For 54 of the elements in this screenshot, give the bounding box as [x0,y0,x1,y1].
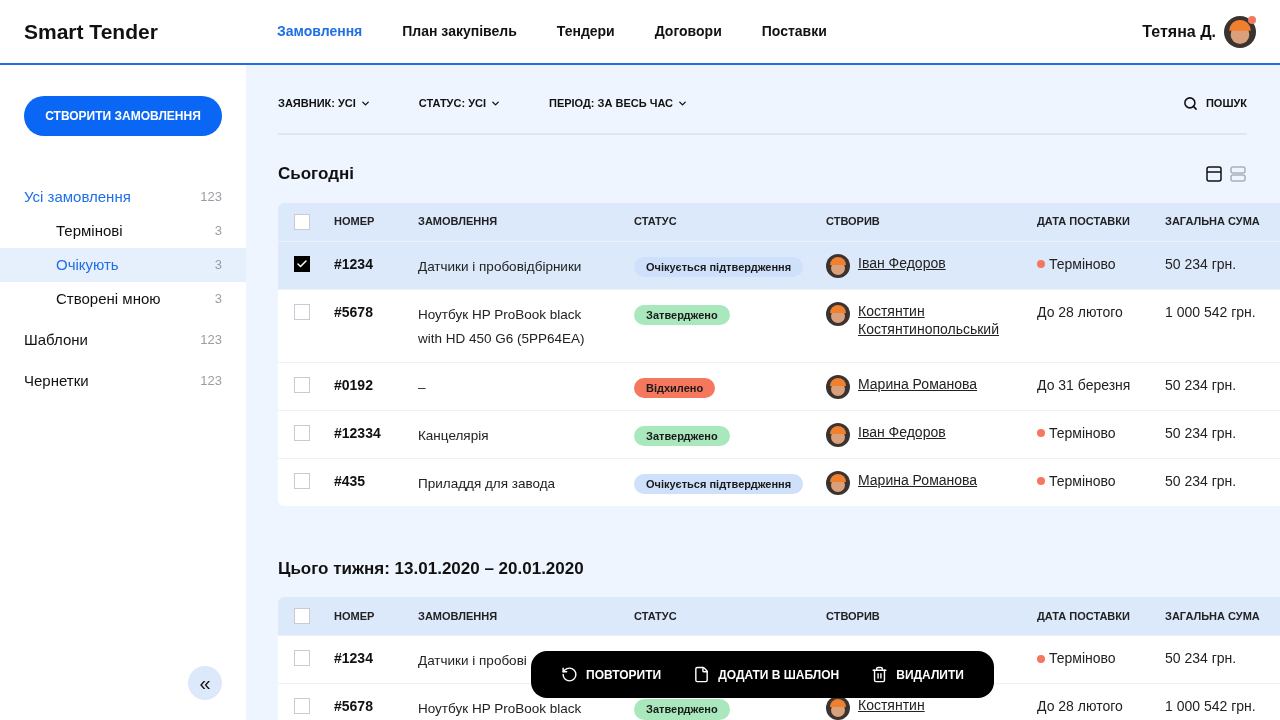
total-sum: 50 234 грн. [1165,471,1238,491]
status-badge: Відхилено [634,377,716,398]
order-number: #435 [334,471,367,491]
item-count: 3 [214,222,222,241]
total-sum: 50 234 грн. [1165,254,1238,274]
order-name: Датчики і пробові [418,653,527,668]
item-count: 123 [200,188,222,207]
order-number: #1234 [334,649,374,668]
item-count: 3 [214,290,222,309]
column-header: ДАТА ПОСТАВКИ [1037,214,1131,230]
total-sum: 50 234 грн. [1165,423,1238,443]
status-badge: Очікується підтвердження [634,473,804,494]
column-header: НОМЕР [334,214,376,230]
order-name: – [418,379,426,395]
column-header: ЗАМОВЛЕННЯ [418,214,499,230]
status-badge: Затверджено [634,425,730,446]
delivery-date: До 28 лютого [1037,302,1123,322]
item-count: 123 [200,331,222,350]
delivery-date: Терміново [1049,471,1116,491]
order-number: #0192 [334,375,374,395]
order-number: #5678 [334,697,374,716]
column-header: НОМЕР [334,608,376,624]
delivery-date: До 31 березня [1037,375,1131,395]
column-header: ЗАМОВЛЕННЯ [418,608,499,624]
order-number: #12334 [334,423,382,443]
status-badge: Затверджено [634,304,730,325]
total-sum: 1 000 542 грн. [1165,697,1257,716]
order-name: Канцелярія [418,427,489,443]
column-header: СТВОРИВ [826,608,881,624]
item-count: 3 [214,256,222,275]
total-sum: 1 000 542 грн. [1165,302,1257,322]
column-header: СТВОРИВ [826,214,881,230]
order-name: Датчики і пробовідбірники [418,258,582,274]
delivery-date: Терміново [1049,254,1116,274]
total-sum: 50 234 грн. [1165,375,1238,395]
column-header: СТАТУС [634,214,678,230]
section-title: Цього тижня: 13.01.2020 – 20.01.2020 [278,557,584,580]
column-header: ДАТА ПОСТАВКИ [1037,608,1131,624]
column-header: ЗАГАЛЬНА СУМА [1165,608,1261,624]
total-sum: 50 234 грн. [1165,649,1238,668]
status-badge: Очікується підтвердження [634,256,804,277]
section-title: Сьогодні [278,163,354,185]
order-name: Приладдя для завода [418,475,556,491]
delivery-date: До 28 лютого [1037,697,1123,716]
delivery-date: Терміново [1049,649,1116,668]
item-count: 123 [200,372,222,391]
order-name: Ноутбук HP ProBook black [418,701,582,716]
column-header: СТАТУС [634,608,678,624]
order-name: Ноутбук HP ProBook black with HD 450 G6 (5PP64EA) [418,306,585,346]
order-number: #1234 [334,254,374,274]
status-badge: Затверджено [634,699,730,720]
column-header: ЗАГАЛЬНА СУМА [1165,214,1261,230]
delivery-date: Терміново [1049,423,1116,443]
order-number: #5678 [334,302,374,322]
